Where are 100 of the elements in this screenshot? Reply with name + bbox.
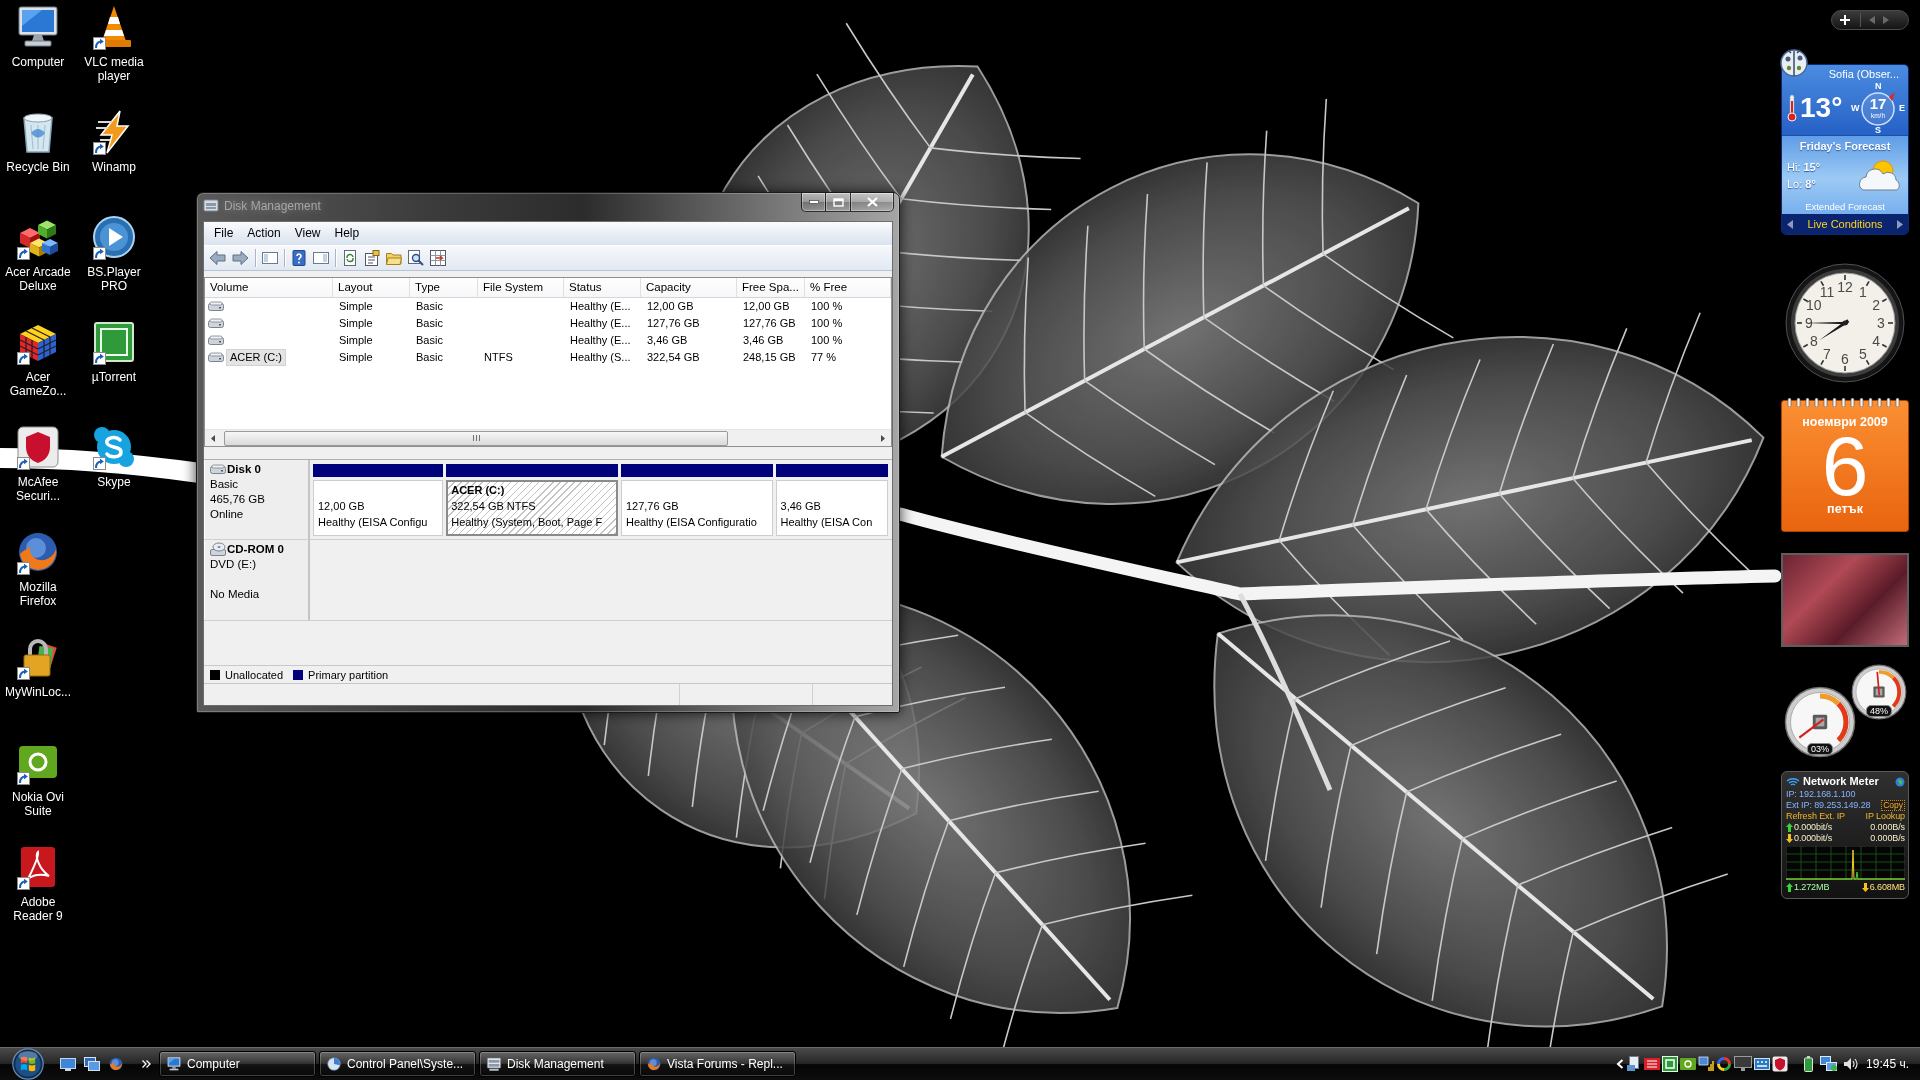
battery-icon[interactable] — [1804, 1056, 1814, 1072]
taskbar-clock[interactable]: 19:45 ч. — [1866, 1057, 1909, 1071]
wind-compass-icon — [1860, 91, 1896, 126]
partition-panel[interactable]: 127,76 GB Healthy (EISA Configuratio — [620, 480, 773, 536]
keyboard-icon[interactable] — [1754, 1056, 1771, 1072]
gauge-reading: 48% — [1866, 705, 1892, 717]
forward-arrow-icon[interactable] — [232, 250, 249, 266]
desktop-icon-label[interactable]: McAfee Securi... — [2, 475, 74, 503]
help-icon[interactable] — [291, 250, 307, 266]
export-icon[interactable] — [430, 250, 446, 266]
pane-layout-icon[interactable] — [313, 250, 329, 266]
speaker-icon[interactable] — [1843, 1056, 1860, 1072]
caret-left-icon[interactable] — [1869, 16, 1875, 24]
ring-tile-icon[interactable] — [1680, 1056, 1697, 1072]
table-cell-text: 100 % — [810, 299, 844, 314]
chevron-left-icon[interactable] — [1616, 1059, 1625, 1069]
pane-layout-icon[interactable] — [262, 250, 278, 266]
gauge-needle — [1876, 671, 1881, 697]
shield-icon[interactable] — [1772, 1056, 1789, 1072]
maximize-button[interactable] — [826, 193, 851, 212]
network-icon[interactable] — [1820, 1056, 1839, 1072]
back-arrow-icon[interactable] — [209, 250, 226, 266]
close-icon — [866, 197, 878, 207]
refresh-icon[interactable] — [342, 250, 358, 266]
column-header[interactable]: File System — [478, 278, 564, 298]
column-header[interactable]: Type — [410, 278, 478, 298]
partition-panel[interactable]: 12,00 GB Healthy (EISA Configu — [313, 480, 444, 536]
desktop-icon-label[interactable]: Computer — [11, 55, 65, 69]
stripe-tile-icon[interactable] — [1644, 1056, 1661, 1072]
menu-item[interactable]: Action — [240, 224, 288, 243]
gauge-scale — [1878, 669, 1902, 708]
globe-icon[interactable] — [108, 1056, 124, 1072]
monitor-icon[interactable] — [1734, 1056, 1753, 1072]
menu-item[interactable]: Help — [327, 224, 367, 243]
desktop-icon-label[interactable]: Adobe Reader 9 — [2, 895, 74, 923]
wifi-icon — [1786, 776, 1800, 787]
desktop-icon-label[interactable]: Nokia Ovi Suite — [2, 790, 74, 818]
minimize-button[interactable] — [801, 193, 826, 212]
desktop-icon-label[interactable]: µTorrent — [91, 370, 137, 384]
clock-numeral: 9 — [1805, 315, 1813, 331]
properties-icon[interactable] — [364, 250, 380, 266]
table-cell-text: Simple — [338, 299, 374, 314]
desktop-icon-label[interactable]: Winamp — [92, 160, 136, 174]
caret-left-icon[interactable] — [1787, 219, 1793, 229]
desktop-icon-label[interactable]: VLC media player — [78, 55, 150, 83]
network-bars-icon[interactable] — [1698, 1056, 1715, 1072]
gauge-reading: 03% — [1807, 743, 1833, 755]
frame-tile-icon[interactable] — [1662, 1056, 1679, 1072]
desktop-icon-label[interactable]: BS.Player PRO — [78, 265, 150, 293]
compass-letter: S — [1875, 125, 1881, 135]
plus-icon[interactable] — [1840, 15, 1850, 25]
desktop-icon-label[interactable]: Recycle Bin — [6, 160, 70, 174]
column-header[interactable]: Volume — [205, 278, 333, 298]
byte-rate: 0.000B/s — [1870, 822, 1905, 833]
column-header[interactable]: % Free — [805, 278, 891, 298]
start-button[interactable] — [12, 1048, 44, 1080]
column-header[interactable]: Layout — [333, 278, 410, 298]
external-ip-address: Ext IP: 89.253.149.28 — [1786, 800, 1871, 811]
taskbar-button[interactable]: Computer — [159, 1051, 316, 1077]
ring-icon[interactable] — [1716, 1056, 1733, 1072]
menu-item[interactable]: File — [207, 224, 241, 243]
search-icon[interactable] — [408, 250, 424, 266]
up-arrow-icon — [1786, 823, 1793, 832]
column-header[interactable]: Status — [564, 278, 641, 298]
copy-button[interactable]: Copy — [1881, 800, 1905, 811]
desktop-icon-label[interactable]: Acer GameZo... — [2, 370, 74, 398]
close-button[interactable] — [851, 193, 894, 212]
column-header[interactable]: Capacity — [641, 278, 737, 298]
refresh-ip-link[interactable]: Refresh Ext. IP — [1786, 811, 1846, 822]
partition-status: Healthy (System, Boot, Page F — [451, 515, 604, 530]
partition-status: Healthy (EISA Configu — [318, 515, 429, 530]
caret-right-icon[interactable] — [1883, 16, 1889, 24]
desktop-icon-label[interactable]: MyWinLoc... — [5, 685, 71, 699]
taskbar-button[interactable]: Disk Management — [479, 1051, 636, 1077]
partition-panel[interactable]: ACER (C:) 322,54 GB NTFS Healthy (System, Boot, Page F — [446, 480, 618, 536]
weather-location[interactable]: Sofia (Obser... — [1828, 68, 1899, 81]
partition-panel[interactable]: 3,46 GB Healthy (EISA Con — [775, 480, 888, 536]
play-disc-icon[interactable] — [90, 213, 138, 261]
calendar-day: 6 — [1821, 430, 1869, 502]
legend-label: Primary partition — [308, 667, 389, 682]
column-header[interactable]: Free Spa... — [737, 278, 805, 298]
taskbar-button[interactable]: Vista Forums - Repl... — [639, 1051, 796, 1077]
switch-windows-icon[interactable] — [84, 1056, 100, 1072]
shield-icon[interactable] — [14, 423, 62, 471]
show-desktop-icon[interactable] — [60, 1056, 76, 1072]
desktop-icon-label[interactable]: Acer Arcade Deluxe — [2, 265, 74, 293]
ip-lookup-link[interactable]: IP Lookup — [1865, 811, 1905, 822]
taskbar-button[interactable]: Control Panel\Syste... — [319, 1051, 476, 1077]
desktop-icon-label[interactable]: Mozilla Firefox — [2, 580, 74, 608]
caret-right-icon[interactable] — [1897, 219, 1903, 229]
drive-icon — [208, 335, 224, 346]
folder-icon[interactable] — [386, 250, 402, 266]
horizontal-scrollbar[interactable] — [205, 429, 891, 446]
scrollbar-thumb[interactable] — [224, 430, 728, 446]
volume-name[interactable]: ACER (C:) — [226, 349, 286, 366]
drive-icon — [203, 198, 219, 214]
double-chevron-icon[interactable] — [142, 1060, 151, 1068]
desktop-icon-label[interactable]: Skype — [97, 475, 131, 489]
menu-item[interactable]: View — [287, 224, 328, 243]
table-cell-text: Simple — [338, 333, 374, 348]
